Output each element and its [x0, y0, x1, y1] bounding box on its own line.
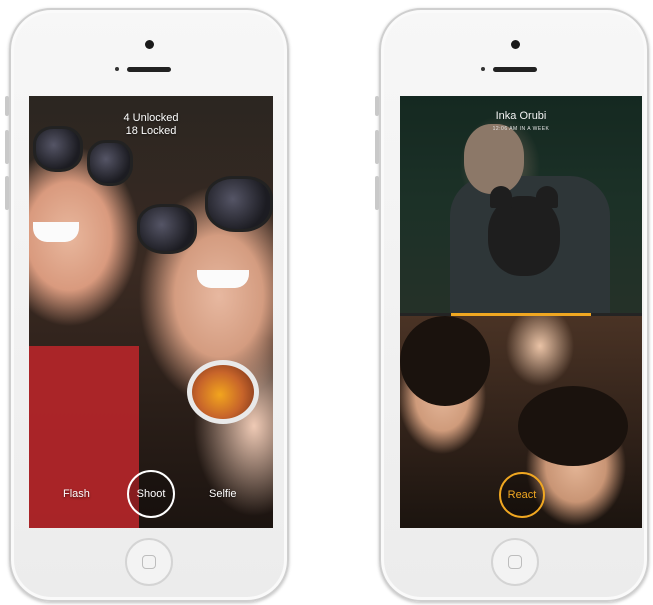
- volume-up-button: [5, 130, 9, 164]
- photo-held-sunglasses: [187, 360, 259, 424]
- proximity-sensor: [115, 67, 119, 71]
- front-camera: [511, 40, 520, 49]
- sent-time: 12:06 AM IN A WEEK: [492, 126, 550, 132]
- home-square-icon: [508, 555, 522, 569]
- sender-name: Inka Orubi: [495, 110, 547, 122]
- received-photo: Inka Orubi 12:06 AM IN A WEEK: [400, 96, 642, 314]
- photo-dog: [488, 186, 560, 276]
- earpiece-speaker: [493, 67, 537, 72]
- camera-screen: 4 Unlocked 18 Locked Flash Shoot Selfie: [29, 96, 273, 528]
- photo-dog-ear: [490, 186, 512, 208]
- home-button: [125, 538, 173, 586]
- slingshot-screen: Inka Orubi 12:06 AM IN A WEEK React: [400, 96, 642, 528]
- photo-sunglasses: [205, 176, 273, 232]
- photo-smile: [33, 222, 79, 242]
- selfie-photo: [29, 96, 273, 528]
- photo-smile: [197, 270, 249, 288]
- volume-up-button: [375, 130, 379, 164]
- photo-sunglasses: [137, 204, 197, 254]
- photo-person: [464, 124, 524, 194]
- unlock-counter: 4 Unlocked 18 Locked: [29, 112, 273, 138]
- reaction-progress-bar: [400, 313, 642, 316]
- volume-down-button: [375, 176, 379, 210]
- reaction-progress-fill: [450, 313, 592, 316]
- photo-dog-ear: [536, 186, 558, 208]
- home-button: [491, 538, 539, 586]
- mute-switch: [375, 96, 379, 116]
- photo-hair: [518, 386, 628, 466]
- proximity-sensor: [481, 67, 485, 71]
- phone-right: Inka Orubi 12:06 AM IN A WEEK React: [375, 8, 649, 602]
- flash-button[interactable]: Flash: [63, 488, 90, 500]
- unlocked-count: 4 Unlocked: [123, 112, 179, 124]
- shoot-button[interactable]: Shoot: [127, 470, 175, 518]
- earpiece-speaker: [127, 67, 171, 72]
- home-square-icon: [142, 555, 156, 569]
- front-camera: [145, 40, 154, 49]
- selfie-button[interactable]: Selfie: [209, 488, 237, 500]
- react-button[interactable]: React: [499, 472, 545, 518]
- phone-left: 4 Unlocked 18 Locked Flash Shoot Selfie: [5, 8, 289, 602]
- mute-switch: [5, 96, 9, 116]
- photo-sunglasses: [87, 140, 133, 186]
- volume-down-button: [5, 176, 9, 210]
- locked-count: 18 Locked: [125, 125, 177, 137]
- photo-shirt: [29, 346, 139, 528]
- photo-hair: [400, 316, 490, 406]
